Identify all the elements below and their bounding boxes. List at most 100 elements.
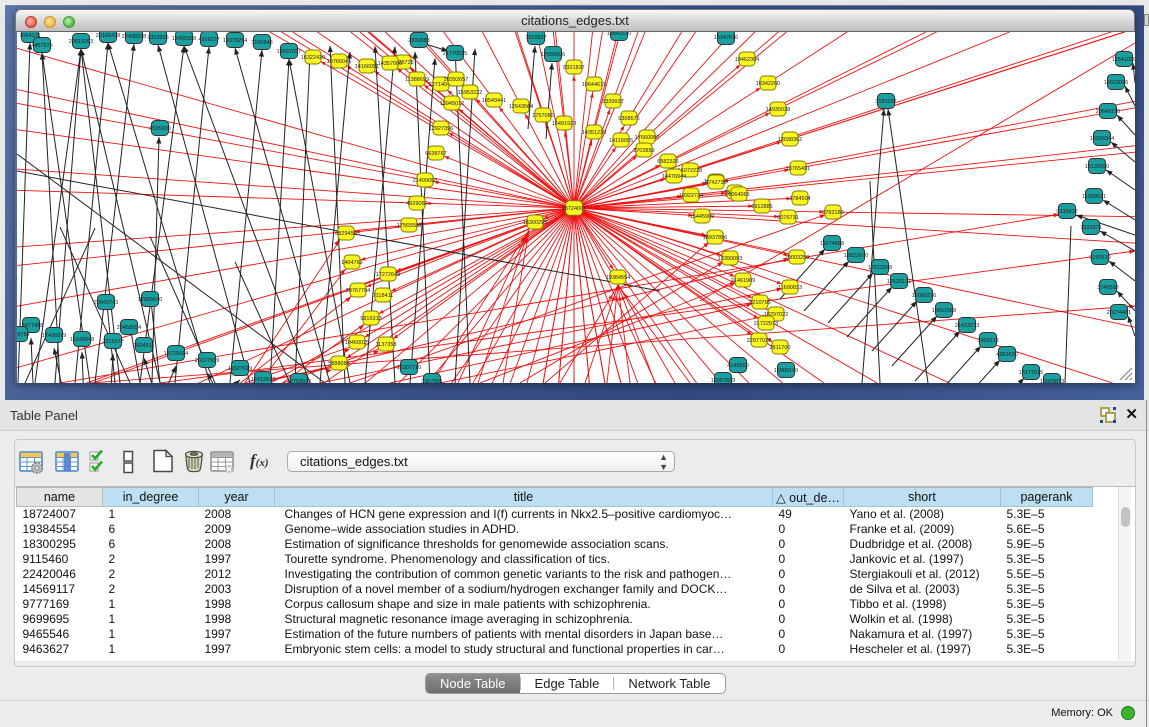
svg-text:4269227: 4269227	[198, 37, 219, 43]
svg-text:6076731: 6076731	[777, 215, 798, 221]
svg-text:20943743: 20943743	[94, 300, 118, 306]
svg-text:11388699: 11388699	[405, 77, 429, 83]
svg-text:19462304: 19462304	[735, 57, 759, 63]
svg-text:21461909: 21461909	[731, 278, 755, 284]
svg-text:17406879: 17406879	[42, 333, 66, 339]
svg-text:20274461: 20274461	[1107, 310, 1131, 316]
svg-text:2999883: 2999883	[408, 38, 429, 44]
svg-text:19766045: 19766045	[327, 59, 351, 65]
svg-text:10342260: 10342260	[756, 81, 780, 87]
svg-text:16307710: 16307710	[397, 365, 421, 371]
svg-text:20458054: 20458054	[117, 325, 141, 331]
svg-text:20166438: 20166438	[96, 33, 120, 39]
svg-text:6912885: 6912885	[751, 204, 772, 210]
svg-text:21433273: 21433273	[955, 323, 979, 329]
svg-text:9190519: 9190519	[1089, 255, 1110, 261]
svg-text:16322420: 16322420	[301, 55, 325, 61]
svg-text:14118095: 14118095	[609, 138, 633, 144]
svg-text:12525131: 12525131	[887, 279, 911, 285]
svg-text:14476944: 14476944	[662, 174, 686, 180]
svg-text:7031971: 7031971	[1080, 225, 1101, 231]
svg-text:4457975: 4457975	[31, 43, 52, 49]
svg-text:17565588: 17565588	[397, 223, 421, 229]
svg-text:10661588: 10661588	[932, 308, 956, 314]
svg-text:3746598: 3746598	[1097, 285, 1118, 291]
svg-text:6582326: 6582326	[657, 159, 678, 165]
svg-text:9335812: 9335812	[1056, 209, 1077, 215]
svg-text:19379254: 19379254	[223, 38, 247, 44]
svg-text:15445909: 15445909	[690, 214, 714, 220]
svg-text:1404769: 1404769	[341, 260, 362, 266]
svg-text:22438378: 22438378	[122, 34, 146, 40]
svg-text:6535209: 6535209	[149, 126, 170, 132]
svg-text:20003258: 20003258	[785, 255, 809, 261]
svg-text:15953222: 15953222	[458, 90, 482, 96]
svg-text:20227559: 20227559	[195, 358, 219, 364]
svg-text:14351230: 14351230	[582, 130, 606, 136]
svg-text:10549441: 10549441	[482, 98, 506, 104]
svg-text:3604511: 3604511	[133, 343, 154, 349]
svg-text:12750036: 12750036	[287, 379, 311, 383]
svg-text:20648195: 20648195	[1096, 109, 1120, 115]
svg-text:3456213: 3456213	[977, 338, 998, 344]
svg-text:3181037: 3181037	[875, 99, 896, 105]
svg-text:17613348: 17613348	[868, 265, 892, 271]
svg-text:11541029: 11541029	[1112, 57, 1135, 63]
svg-text:3703859: 3703859	[633, 148, 654, 154]
svg-text:4929082: 4929082	[406, 201, 427, 207]
svg-text:17665640: 17665640	[138, 297, 162, 303]
svg-text:4961630: 4961630	[996, 352, 1017, 358]
svg-text:7303905: 7303905	[147, 35, 168, 41]
svg-text:16908100: 16908100	[774, 368, 798, 374]
svg-text:11690833: 11690833	[778, 285, 802, 291]
svg-text:6099754: 6099754	[17, 332, 30, 338]
svg-text:2811700: 2811700	[769, 345, 790, 351]
svg-text:10460025: 10460025	[345, 340, 369, 346]
svg-text:19384554: 19384554	[606, 275, 630, 281]
svg-text:21499058: 21499058	[413, 178, 437, 184]
svg-text:9816313: 9816313	[360, 316, 381, 322]
svg-text:14357000: 14357000	[378, 61, 402, 67]
svg-text:7910827: 7910827	[525, 35, 546, 41]
svg-text:13495588: 13495588	[172, 36, 196, 42]
svg-text:18622670: 18622670	[844, 253, 868, 259]
svg-text:15029873: 15029873	[1040, 379, 1064, 383]
svg-text:13945012: 13945012	[440, 101, 464, 107]
svg-text:21770515: 21770515	[443, 51, 467, 57]
svg-text:17660000: 17660000	[635, 135, 659, 141]
svg-text:19937057: 19937057	[277, 49, 301, 55]
svg-text:10644615: 10644615	[582, 82, 606, 88]
svg-text:12412612: 12412612	[251, 377, 275, 383]
svg-text:4140560: 4140560	[727, 363, 748, 369]
svg-text:18300295: 18300295	[523, 220, 547, 226]
svg-text:13765491: 13765491	[786, 166, 810, 172]
svg-text:10057659: 10057659	[711, 378, 735, 383]
svg-text:20767704: 20767704	[346, 288, 370, 294]
svg-text:5888088: 5888088	[328, 361, 349, 367]
svg-text:20515263: 20515263	[69, 39, 93, 45]
svg-text:8321837: 8321837	[563, 65, 584, 71]
svg-text:6064065: 6064065	[728, 192, 749, 198]
svg-text:16491923: 16491923	[552, 121, 576, 127]
svg-text:3784504: 3784504	[789, 196, 810, 202]
svg-text:8742735: 8742735	[705, 180, 726, 186]
svg-text:14166051: 14166051	[355, 64, 379, 70]
svg-text:6638767: 6638767	[425, 151, 446, 157]
svg-text:3307301: 3307301	[421, 379, 442, 383]
svg-text:11074688: 11074688	[820, 241, 844, 247]
svg-text:11058511: 11058511	[1082, 194, 1106, 200]
svg-text:18841570: 18841570	[607, 32, 631, 37]
svg-text:1757086: 1757086	[532, 113, 553, 119]
svg-text:19725914: 19725914	[164, 351, 188, 357]
svg-text:16060376: 16060376	[912, 293, 936, 299]
svg-text:11527619: 11527619	[228, 366, 252, 372]
svg-text:9308575: 9308575	[618, 116, 639, 122]
svg-text:2315577: 2315577	[102, 339, 123, 345]
svg-text:10322734: 10322734	[679, 193, 703, 199]
svg-text:12927396: 12927396	[429, 126, 453, 132]
svg-text:15347616: 15347616	[714, 35, 738, 41]
svg-text:16623006: 16623006	[1104, 80, 1128, 86]
svg-text:12643564: 12643564	[509, 104, 533, 110]
svg-text:5339937: 5339937	[602, 99, 623, 105]
svg-text:3106848: 3106848	[251, 40, 272, 46]
